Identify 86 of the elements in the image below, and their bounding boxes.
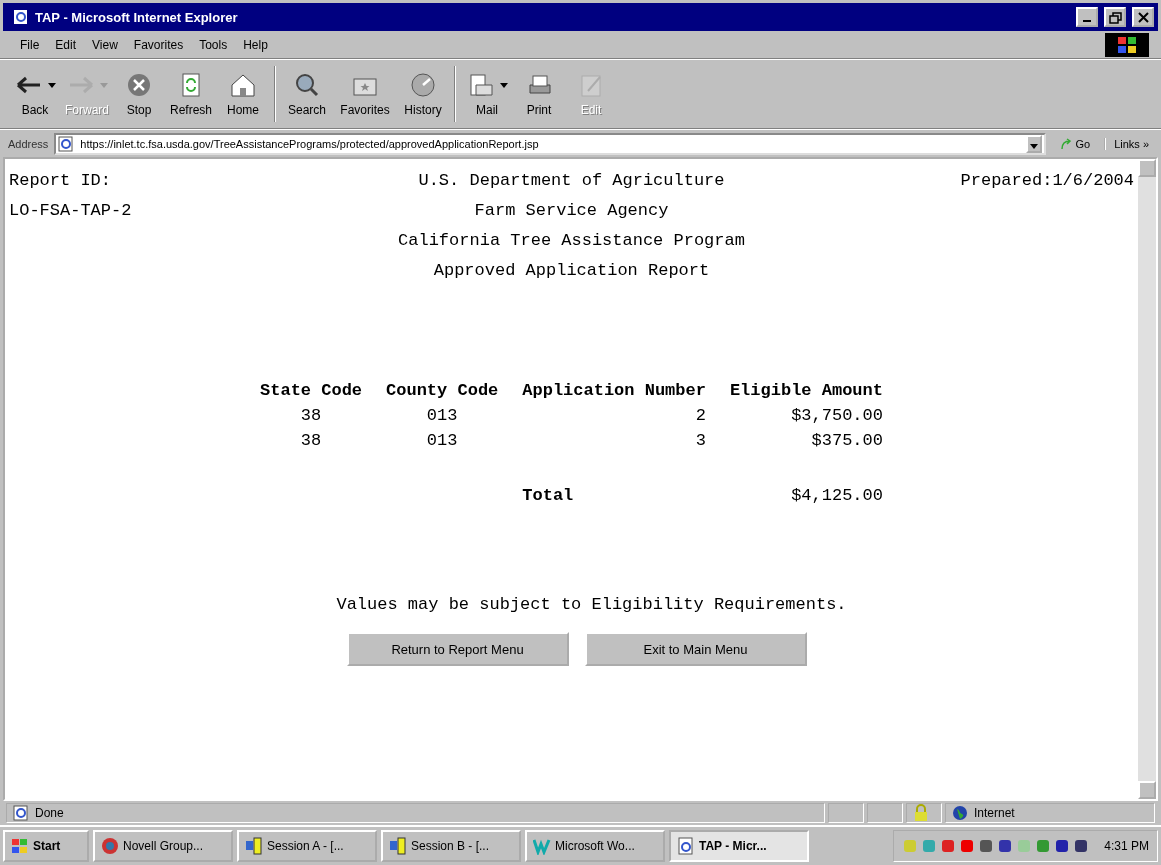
zone-text: Internet xyxy=(974,806,1015,820)
total-label: Total xyxy=(522,486,575,505)
menu-item[interactable]: Tools xyxy=(191,35,236,54)
window-title: TAP - Microsoft Internet Explorer xyxy=(35,9,239,25)
toolbar-button[interactable]: Home xyxy=(218,69,268,119)
status-text: Done xyxy=(35,806,64,820)
report-heading: California Tree Assistance Program xyxy=(397,231,746,250)
taskbar-button[interactable]: Novell Group... xyxy=(93,830,233,862)
total-amount: $4,125.00 xyxy=(790,486,883,505)
report-id: LO-FSA-TAP-2 xyxy=(9,201,133,220)
caret-icon xyxy=(48,82,56,88)
scroll-up-button[interactable] xyxy=(1138,159,1156,177)
menu-item[interactable]: Edit xyxy=(47,35,85,54)
report-heading: Approved Application Report xyxy=(432,261,711,280)
close-icon xyxy=(1135,9,1151,25)
report-id-label: Report ID: xyxy=(9,171,113,190)
column-header: State Code xyxy=(260,381,363,400)
report-heading: U.S. Department of Agriculture xyxy=(417,171,726,190)
minimize-icon xyxy=(1083,20,1091,22)
toolbar-button[interactable]: History xyxy=(398,69,448,119)
globe-icon xyxy=(952,805,968,821)
dropdown-button[interactable] xyxy=(1026,134,1043,153)
toolbar-button[interactable]: Mail xyxy=(462,69,512,119)
column-header: County Code xyxy=(386,381,499,400)
caret-icon xyxy=(500,82,508,88)
table-cell-text: $3,750.00 xyxy=(790,406,883,425)
toolbar-button[interactable]: Back xyxy=(10,69,60,119)
column-header: Application Number xyxy=(522,381,706,400)
toolbar-button[interactable]: Print xyxy=(514,69,564,119)
session-icon xyxy=(245,837,263,855)
toolbar-button[interactable]: Refresh xyxy=(166,69,216,119)
column-header: Eligible Amount xyxy=(729,381,883,400)
table-cell-text: 013 xyxy=(425,431,459,450)
table-cell-text: 2 xyxy=(694,406,706,425)
address-field[interactable]: https://inlet.tc.fsa.usda.gov/TreeAssistancePrograms/protected/approvedApplicationReport.jsp xyxy=(54,132,1047,155)
table-cell-text: 3 xyxy=(694,431,706,450)
tray-icon[interactable] xyxy=(1073,838,1090,854)
minimize-button[interactable] xyxy=(1076,7,1098,27)
history-icon xyxy=(408,71,438,99)
taskbar-button[interactable]: Microsoft Wo... xyxy=(525,830,665,862)
menu-item[interactable]: View xyxy=(84,35,126,54)
scroll-down-button[interactable] xyxy=(1138,781,1156,799)
taskbar-button[interactable]: Session B - [... xyxy=(381,830,521,862)
start-button[interactable]: Start xyxy=(3,830,89,862)
toolbar-button[interactable]: Stop xyxy=(114,69,164,119)
report-heading: Farm Service Agency xyxy=(473,201,670,220)
menu-button[interactable]: Exit to Main Menu xyxy=(584,632,807,666)
prepared-date: Prepared:1/6/2004 xyxy=(959,171,1134,190)
word-icon xyxy=(533,837,551,855)
windows-logo xyxy=(11,838,29,854)
toolbar-button[interactable]: Favorites xyxy=(334,69,396,119)
menu-item[interactable]: File xyxy=(12,35,48,54)
novell-icon xyxy=(101,837,119,855)
table-cell-text: 38 xyxy=(299,406,323,425)
menu-item[interactable]: Favorites xyxy=(125,35,192,54)
caret-icon xyxy=(100,82,108,88)
taskbar-button[interactable]: Session A - [... xyxy=(237,830,377,862)
toolbar-button[interactable]: Search xyxy=(282,69,332,119)
restore-icon xyxy=(1107,9,1123,25)
ie-icon xyxy=(677,837,695,855)
status-panel xyxy=(867,803,903,823)
restore-button[interactable] xyxy=(1104,7,1126,27)
go-button[interactable]: Go xyxy=(1052,137,1099,150)
go-arrow-icon xyxy=(1060,137,1073,150)
table-cell-text: 013 xyxy=(425,406,459,425)
taskbar-button[interactable]: TAP - Micr... xyxy=(669,830,809,862)
close-button[interactable] xyxy=(1132,7,1154,27)
browser-icon xyxy=(13,9,29,25)
url-text: https://inlet.tc.fsa.usda.gov/TreeAssistancePrograms/protected/approvedApplicationReport.jsp xyxy=(80,137,540,150)
links-button[interactable]: Links » xyxy=(1104,137,1153,150)
menu-button[interactable]: Return to Report Menu xyxy=(346,632,569,666)
tray-icon[interactable] xyxy=(1054,838,1071,854)
address-label: Address xyxy=(8,137,49,150)
table-cell-text: $375.00 xyxy=(810,431,883,450)
status-panel xyxy=(828,803,864,823)
caret-icon xyxy=(1030,143,1039,149)
table-cell-text: 38 xyxy=(299,431,323,450)
session-icon xyxy=(389,837,407,855)
clock: 4:31 PM xyxy=(1104,839,1149,853)
eligibility-note: Values may be subject to Eligibility Requirements. xyxy=(336,595,847,614)
tray-icon[interactable] xyxy=(978,838,995,854)
tray-icon[interactable] xyxy=(940,838,957,854)
page-icon xyxy=(58,135,75,152)
tray-icon[interactable] xyxy=(997,838,1014,854)
windows-logo xyxy=(1105,32,1149,57)
menu-item[interactable]: Help xyxy=(235,35,276,54)
